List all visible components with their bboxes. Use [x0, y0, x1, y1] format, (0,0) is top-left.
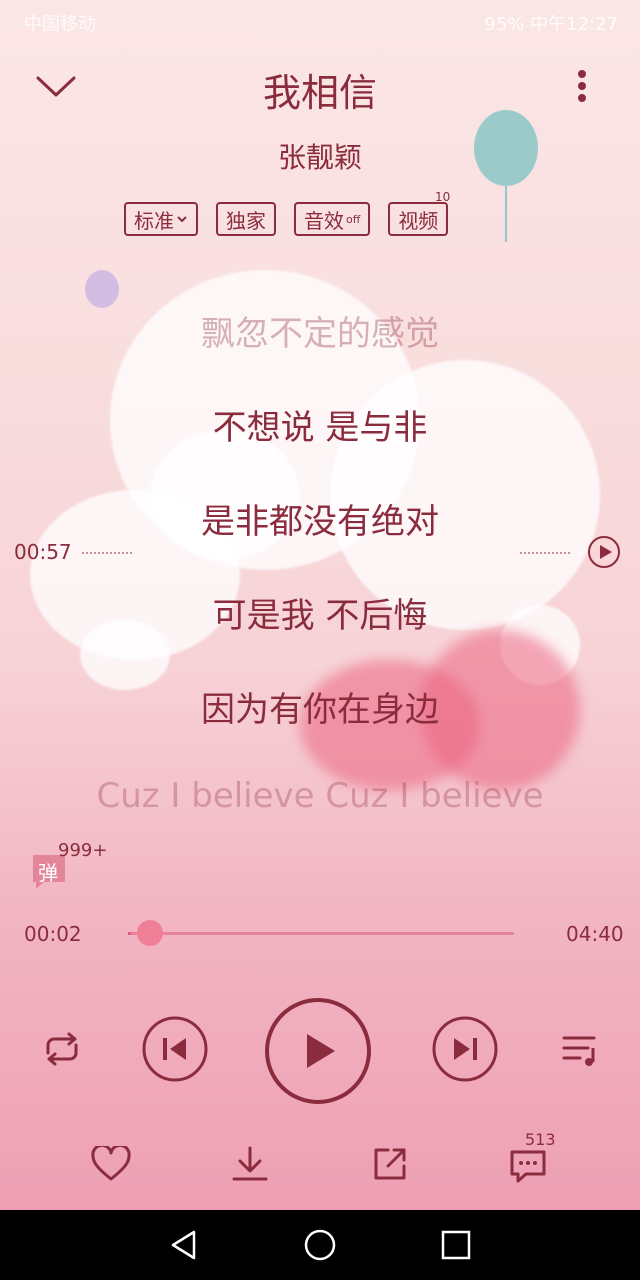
small-balloon-decoration — [85, 270, 119, 308]
comments-button[interactable]: 513 — [500, 1130, 556, 1192]
skip-next-icon — [432, 1016, 498, 1082]
lyric-line[interactable]: 可是我 不后悔 — [0, 588, 640, 637]
share-icon — [374, 1148, 406, 1180]
quality-tag[interactable]: 标准 — [124, 202, 198, 236]
lyric-line[interactable]: Cuz I believe Cuz I believe — [0, 776, 640, 816]
song-title: 我相信 — [262, 71, 377, 115]
comment-icon — [510, 1150, 546, 1183]
song-artist[interactable]: 张靓颖 — [0, 136, 640, 176]
seek-marker-line-right — [520, 552, 570, 554]
comments-count: 513 — [525, 1130, 556, 1149]
play-icon — [265, 998, 371, 1104]
lyric-line[interactable]: 不想说 是与非 — [0, 400, 640, 449]
lyric-line[interactable]: 飘忽不定的感觉 — [0, 306, 640, 355]
home-icon[interactable] — [302, 1227, 338, 1263]
progress-bar[interactable] — [128, 920, 514, 946]
heart-icon — [91, 1146, 131, 1181]
chevron-down-icon — [177, 216, 187, 223]
seek-play-icon[interactable] — [587, 535, 621, 569]
like-button[interactable] — [83, 1136, 139, 1192]
exclusive-label: 独家 — [226, 208, 266, 233]
effect-tag[interactable]: 音效 off — [294, 202, 371, 236]
quality-label: 标准 — [134, 208, 174, 233]
carrier-label: 中国移动 — [24, 14, 96, 35]
repeat-icon — [46, 1032, 78, 1066]
video-label: 视频 — [398, 208, 439, 233]
exclusive-tag[interactable]: 独家 — [216, 202, 276, 236]
next-button[interactable] — [430, 1014, 500, 1084]
current-time: 00:02 — [24, 922, 82, 946]
seek-marker-line-left — [82, 552, 132, 554]
download-icon — [232, 1146, 268, 1181]
skip-previous-icon — [142, 1016, 208, 1082]
playlist-icon — [562, 1036, 596, 1066]
share-button[interactable] — [362, 1136, 418, 1192]
status-right: 95% 中午12:27 — [484, 14, 618, 35]
download-button[interactable] — [222, 1136, 278, 1192]
effect-state: off — [346, 212, 361, 226]
lyric-line[interactable]: 是非都没有绝对 — [0, 494, 640, 543]
video-tag[interactable]: 视频 10 — [388, 190, 450, 236]
lyric-line[interactable]: 因为有你在身边 — [0, 682, 640, 731]
total-time: 04:40 — [566, 922, 624, 946]
back-icon[interactable] — [166, 1227, 202, 1263]
recents-icon[interactable] — [438, 1227, 474, 1263]
playlist-button[interactable] — [556, 1028, 604, 1072]
seek-marker-time: 00:57 — [14, 540, 72, 564]
danmu-label: 弹 — [38, 861, 58, 885]
video-count: 10 — [435, 190, 451, 204]
progress-fill — [128, 932, 131, 935]
play-button[interactable] — [263, 996, 373, 1106]
tag-row: 标准 独家 音效 off 视频 10 — [124, 190, 450, 236]
effect-label: 音效 — [304, 208, 344, 233]
status-bar: 中国移动 95% 中午12:27 — [0, 0, 640, 44]
danmu-count: 999+ — [58, 840, 108, 861]
previous-button[interactable] — [140, 1014, 210, 1084]
system-nav-bar — [0, 1210, 640, 1280]
repeat-button[interactable] — [36, 1026, 88, 1072]
progress-thumb[interactable] — [136, 920, 163, 946]
